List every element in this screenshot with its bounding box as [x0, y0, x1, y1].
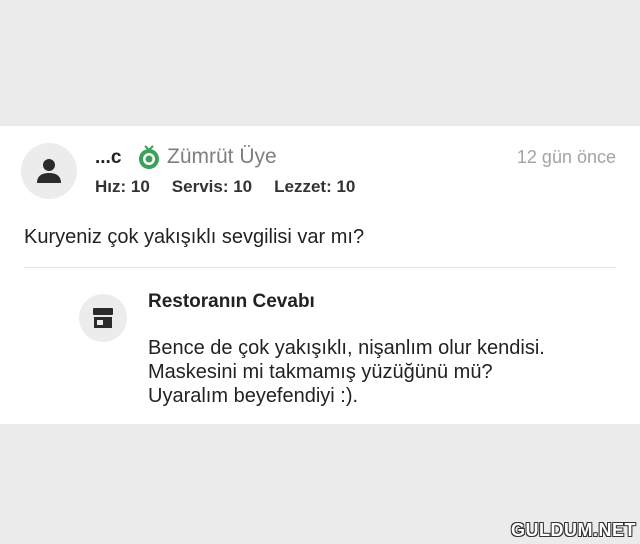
membership-level: Zümrüt Üye — [167, 145, 277, 168]
reply-line: Uyaralım beyefendiyi :). — [148, 385, 359, 407]
rating-taste: Lezzet: 10 — [274, 177, 356, 196]
reviewer-name: ...c — [95, 147, 122, 168]
reply-line: Maskesini mi takmamış yüzüğünü mü? — [148, 361, 493, 383]
restaurant-avatar — [79, 294, 127, 342]
review-comment: Kuryeniz çok yakışıklı sevgilisi var mı? — [24, 226, 365, 248]
user-icon — [37, 159, 61, 183]
divider — [24, 267, 616, 268]
rating-speed: Hız: 10 — [95, 177, 150, 196]
reply-title: Restoranın Cevabı — [148, 291, 315, 312]
user-avatar — [21, 143, 77, 199]
review-time: 12 gün önce — [516, 147, 616, 167]
emerald-badge-icon — [139, 145, 159, 169]
reply-text: Bence de çok yakışıklı, nişanlım olur ke… — [148, 336, 545, 408]
store-icon — [93, 308, 113, 328]
ratings-row: Hız: 10 Servis: 10 Lezzet: 10 — [95, 177, 355, 197]
watermark-logo: GULDUM.NET — [511, 520, 636, 540]
rating-service: Servis: 10 — [171, 177, 253, 196]
reply-line: Bence de çok yakışıklı, nişanlım olur ke… — [148, 337, 545, 359]
